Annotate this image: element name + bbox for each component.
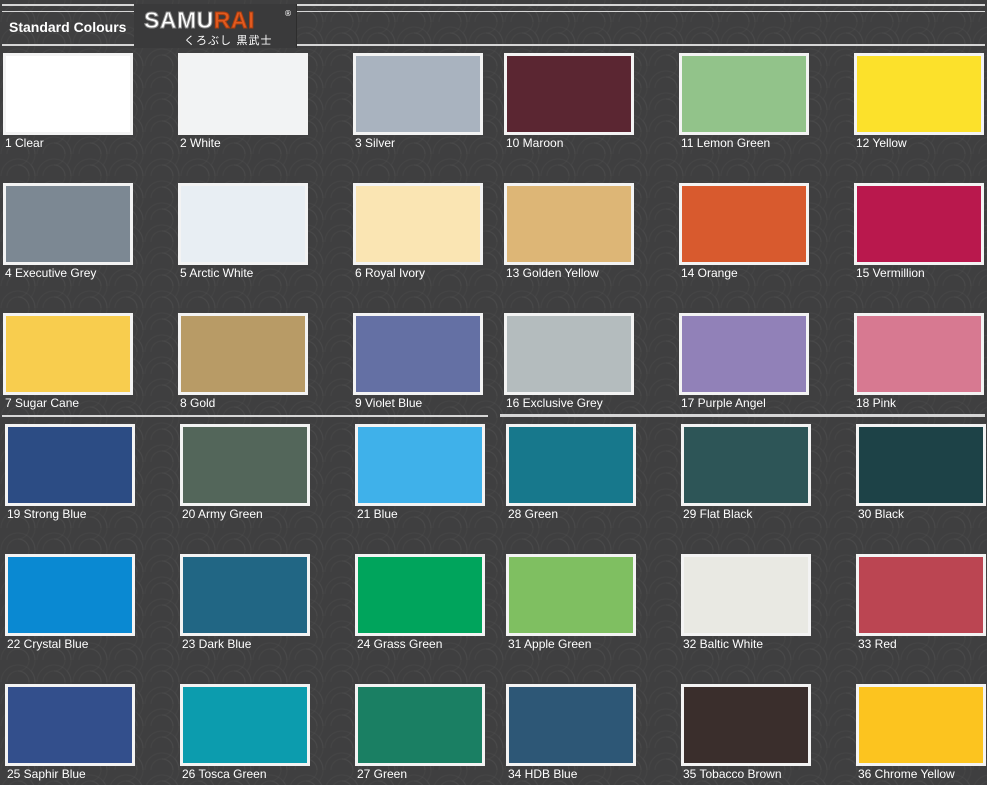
colour-swatch (178, 53, 308, 135)
colour-swatch (355, 424, 485, 506)
swatch-label: 22 Crystal Blue (7, 637, 89, 651)
swatch-label: 24 Grass Green (357, 637, 443, 651)
colour-swatch (681, 554, 811, 636)
swatch-label: 6 Royal Ivory (355, 266, 426, 280)
colour-swatch (679, 53, 809, 135)
swatch-label: 12 Yellow (856, 136, 907, 150)
colour-swatch (180, 424, 310, 506)
colour-swatch (504, 313, 634, 395)
swatch-label: 35 Tobacco Brown (683, 767, 782, 781)
logo-wordmark: SAMURAI (144, 7, 255, 34)
swatch-label: 10 Maroon (506, 136, 564, 150)
colour-swatch (5, 554, 135, 636)
swatch-label: 9 Violet Blue (355, 396, 423, 410)
swatch-label: 2 White (180, 136, 221, 150)
swatch-label: 5 Arctic White (180, 266, 254, 280)
swatch-label: 28 Green (508, 507, 559, 521)
colour-swatch (506, 684, 636, 766)
page-title: Standard Colours (9, 19, 127, 35)
swatch-label: 33 Red (858, 637, 897, 651)
colour-swatch (681, 684, 811, 766)
colour-swatch (679, 183, 809, 265)
logo-subtitle: くろぶし 黒武士 (184, 34, 273, 47)
swatch-label: 32 Baltic White (683, 637, 764, 651)
swatch-label: 3 Silver (355, 136, 396, 150)
colour-swatch (180, 554, 310, 636)
colour-swatch (854, 183, 984, 265)
colour-swatch (856, 684, 986, 766)
colour-swatch (5, 684, 135, 766)
colour-swatch (3, 53, 133, 135)
swatch-label: 8 Gold (180, 396, 216, 410)
colour-swatch (504, 53, 634, 135)
swatch-label: 36 Chrome Yellow (858, 767, 955, 781)
colour-swatch (355, 684, 485, 766)
colour-swatch (3, 183, 133, 265)
samurai-logo: SAMURAI ® くろぶし 黒武士 (134, 4, 297, 48)
colour-swatch (180, 684, 310, 766)
colour-swatch (856, 554, 986, 636)
colour-swatch (3, 313, 133, 395)
swatch-label: 15 Vermillion (856, 266, 925, 280)
swatch-label: 11 Lemon Green (681, 136, 771, 150)
section-divider-left (2, 415, 488, 417)
colour-swatch (355, 554, 485, 636)
colour-swatch (178, 183, 308, 265)
swatch-label: 7 Sugar Cane (5, 396, 80, 410)
swatch-label: 29 Flat Black (683, 507, 753, 521)
swatch-label: 25 Saphir Blue (7, 767, 86, 781)
section-divider-right (500, 414, 985, 417)
colour-swatch (353, 183, 483, 265)
swatch-label: 27 Green (357, 767, 408, 781)
colour-swatch (504, 183, 634, 265)
swatch-label: 31 Apple Green (508, 637, 592, 651)
swatch-label: 20 Army Green (182, 507, 263, 521)
swatch-label: 17 Purple Angel (681, 396, 766, 410)
colour-swatch (854, 313, 984, 395)
colour-swatch (854, 53, 984, 135)
colour-swatch (178, 313, 308, 395)
colour-swatch (506, 424, 636, 506)
swatch-label: 34 HDB Blue (508, 767, 578, 781)
registered-mark: ® (284, 9, 292, 18)
colour-swatch (353, 313, 483, 395)
swatch-label: 4 Executive Grey (5, 266, 97, 280)
colour-swatch (856, 424, 986, 506)
colour-swatch (679, 313, 809, 395)
swatch-label: 13 Golden Yellow (506, 266, 599, 280)
swatch-label: 26 Tosca Green (182, 767, 267, 781)
swatch-label: 23 Dark Blue (182, 637, 252, 651)
swatch-label: 14 Orange (681, 266, 738, 280)
colour-swatch (5, 424, 135, 506)
swatch-label: 19 Strong Blue (7, 507, 87, 521)
swatch-label: 16 Exclusive Grey (506, 396, 603, 410)
swatch-label: 30 Black (858, 507, 905, 521)
colour-swatch (353, 53, 483, 135)
swatch-label: 21 Blue (357, 507, 398, 521)
swatch-label: 18 Pink (856, 396, 897, 410)
colour-swatch (506, 554, 636, 636)
swatch-label: 1 Clear (5, 136, 44, 150)
colour-swatch (681, 424, 811, 506)
